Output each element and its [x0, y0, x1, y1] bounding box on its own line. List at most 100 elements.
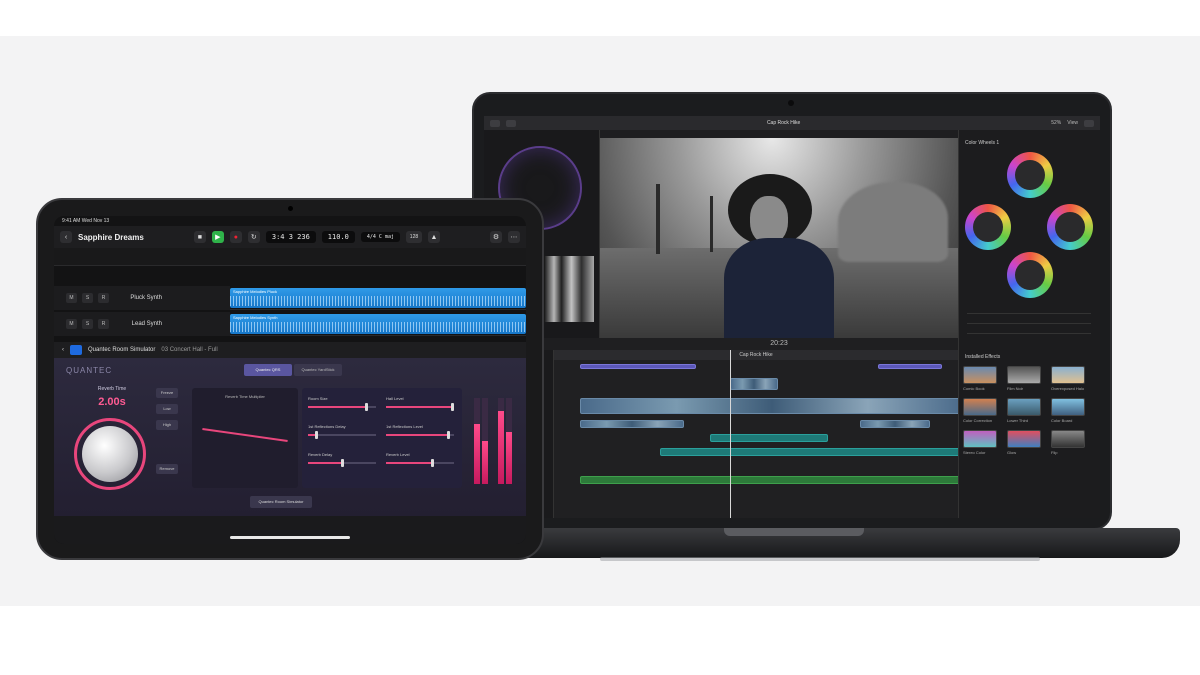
effect-thumbnail[interactable]: [1051, 430, 1085, 448]
primary-storyline[interactable]: [580, 398, 958, 414]
hue-row[interactable]: [967, 328, 1091, 334]
viewer-timecode[interactable]: 20:23: [600, 338, 958, 350]
solo-button[interactable]: S: [82, 293, 93, 303]
reverb-time-knob[interactable]: [82, 426, 138, 482]
plugin-panel: QUANTEC Quantec QRS Quantec YardStick Re…: [54, 358, 526, 516]
effect-thumbnail[interactable]: [1007, 366, 1041, 384]
status-time: 9:41 AM: [62, 218, 81, 224]
reverb-level-slider[interactable]: [386, 459, 454, 467]
effect-thumbnail[interactable]: [963, 430, 997, 448]
effect-thumbnail[interactable]: [963, 366, 997, 384]
plugin-preset[interactable]: 03 Concert Hall - Full: [161, 347, 217, 353]
lcd-tempo[interactable]: 110.0: [321, 231, 355, 243]
zoom-level[interactable]: 52%: [1051, 120, 1061, 126]
effect-thumbnail[interactable]: [1051, 398, 1085, 416]
track-row[interactable]: M S R Lead Synth Sapphire Melodies Synth: [54, 312, 526, 336]
back-chevron-icon[interactable]: ‹: [62, 347, 64, 353]
midtones-color-wheel[interactable]: [1007, 252, 1053, 298]
reflections-level-slider[interactable]: [386, 431, 454, 439]
hall-level-slider[interactable]: [386, 403, 454, 411]
remove-button[interactable]: Remove: [156, 464, 178, 474]
high-button[interactable]: High: [156, 420, 178, 430]
status-bar: 9:41 AM Wed Nov 13: [54, 216, 526, 226]
track-row[interactable]: M S R Pluck Synth Sapphire Melodies Pluc…: [54, 286, 526, 310]
reverb-delay-slider[interactable]: [308, 459, 376, 467]
plugin-name[interactable]: Quantec Room Simulator: [88, 347, 155, 353]
shadows-color-wheel[interactable]: [965, 204, 1011, 250]
temperature-row[interactable]: [967, 308, 1091, 314]
macbook-foot: [600, 557, 1040, 561]
playhead[interactable]: [730, 350, 731, 518]
tab-quantec-qrs[interactable]: Quantec QRS: [244, 364, 292, 376]
title-clip[interactable]: [878, 364, 942, 369]
reflections-delay-slider[interactable]: [308, 431, 376, 439]
inspector-button[interactable]: [1084, 119, 1094, 127]
camera-icon: [788, 100, 794, 106]
library-button[interactable]: [490, 119, 500, 127]
play-button[interactable]: ▶: [211, 231, 224, 243]
output-meter-right: [506, 398, 512, 484]
plugin-header: ‹ Quantec Room Simulator 03 Concert Hall…: [54, 342, 526, 358]
b-roll-clip[interactable]: [580, 420, 684, 428]
effect-thumbnail[interactable]: [1007, 398, 1041, 416]
effect-label: Glow: [1007, 450, 1017, 455]
view-menu[interactable]: View: [1067, 120, 1078, 126]
connected-clip[interactable]: [730, 378, 778, 390]
room-simulator-button[interactable]: Quantec Room Simulator: [250, 496, 312, 508]
lcd-position[interactable]: 3:4 3 236: [265, 231, 316, 243]
mute-button[interactable]: M: [66, 293, 77, 303]
effect-label: Color Board: [1051, 418, 1073, 423]
record-button[interactable]: ●: [229, 231, 242, 243]
reverb-multiplier-graph[interactable]: Reverb Time Multiplier: [192, 388, 298, 488]
effect-label: Comic Book: [963, 386, 985, 391]
slider-label: 1st Reflections Delay: [308, 424, 346, 429]
music-clip[interactable]: [660, 448, 958, 456]
track-name[interactable]: Pluck Synth: [114, 295, 162, 301]
cycle-icon[interactable]: ↻: [247, 231, 260, 243]
person-body: [724, 238, 834, 338]
tint-row[interactable]: [967, 318, 1091, 324]
timeline[interactable]: Cap Rock Hike: [554, 350, 958, 518]
room-size-slider[interactable]: [308, 403, 376, 411]
audio-region[interactable]: Sapphire Melodies Pluck: [230, 288, 526, 308]
settings-icon[interactable]: ⚙: [490, 231, 503, 243]
effect-thumbnail[interactable]: [1007, 430, 1041, 448]
effect-label: Overexposed Halo: [1051, 386, 1085, 391]
inspector-title: Color Wheels 1: [965, 140, 1000, 146]
lcd-signature[interactable]: 4/4 C maj: [360, 232, 400, 242]
soundtrack-clip[interactable]: [580, 476, 958, 484]
viewer[interactable]: [600, 138, 958, 338]
low-button[interactable]: Low: [156, 404, 178, 414]
key-display[interactable]: 128: [405, 231, 422, 243]
freeze-button[interactable]: Freeze: [156, 388, 178, 398]
master-color-wheel[interactable]: [1007, 152, 1053, 198]
input-meter-right: [482, 398, 488, 484]
effects-browser: Installed Effects Comic Book Film Noir O…: [958, 350, 1100, 518]
effect-thumbnail[interactable]: [963, 398, 997, 416]
waveform: [230, 296, 526, 306]
ipad-camera-icon: [288, 206, 293, 211]
viewer-rocks: [838, 182, 948, 262]
stop-button[interactable]: ■: [193, 231, 206, 243]
reverb-time-label: Reverb Time: [97, 386, 127, 392]
tab-quantec-yardstick[interactable]: Quantec YardStick: [294, 364, 342, 376]
graph-curve[interactable]: [202, 428, 288, 442]
solo-button[interactable]: S: [82, 319, 93, 329]
mute-button[interactable]: M: [66, 319, 77, 329]
audio-clip[interactable]: [710, 434, 828, 442]
effect-thumbnail[interactable]: [1051, 366, 1085, 384]
highlights-color-wheel[interactable]: [1047, 204, 1093, 250]
back-chevron-icon[interactable]: ‹: [60, 231, 72, 243]
more-icon[interactable]: ⋯: [508, 231, 521, 243]
audio-region[interactable]: Sapphire Melodies Synth: [230, 314, 526, 334]
b-roll-clip[interactable]: [860, 420, 930, 428]
title-clip[interactable]: [580, 364, 696, 369]
record-arm-button[interactable]: R: [98, 293, 109, 303]
browser-button[interactable]: [506, 119, 516, 127]
joshua-tree-1: [656, 184, 660, 254]
project-title[interactable]: Sapphire Dreams: [78, 233, 144, 242]
track-name[interactable]: Lead Synth: [114, 321, 162, 327]
waveform: [230, 322, 526, 332]
metronome-icon[interactable]: ▲: [427, 231, 440, 243]
record-arm-button[interactable]: R: [98, 319, 109, 329]
